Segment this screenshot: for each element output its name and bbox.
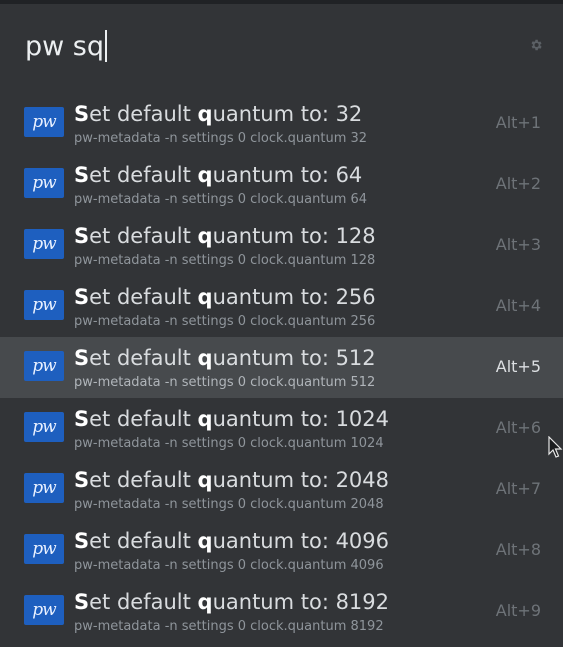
- result-shortcut: Alt+3: [495, 235, 541, 254]
- result-title-text: et default: [89, 468, 198, 492]
- result-item[interactable]: pw Set default quantum to: 1024 pw-metadat…: [0, 398, 563, 459]
- pipewire-app-icon: pw: [24, 351, 64, 381]
- result-item[interactable]: pw Set default quantum to: 4096 pw-metadat…: [0, 520, 563, 581]
- app-icon-label: pw: [32, 477, 56, 498]
- result-title-text: et default: [89, 529, 198, 553]
- pipewire-app-icon: pw: [24, 168, 64, 198]
- pipewire-app-icon: pw: [24, 229, 64, 259]
- result-title-text: et default: [89, 163, 198, 187]
- result-command: pw-metadata -n settings 0 clock.quantum …: [74, 314, 376, 329]
- result-title-text: uantum to: 8192: [212, 590, 390, 614]
- result-command: pw-metadata -n settings 0 clock.quantum …: [74, 497, 384, 512]
- pipewire-app-icon: pw: [24, 290, 64, 320]
- result-title: Set default quantum to: 32: [74, 101, 362, 127]
- result-title-match: S: [74, 224, 90, 248]
- result-command: pw-metadata -n settings 0 clock.quantum …: [74, 192, 368, 207]
- result-shortcut: Alt+1: [495, 113, 541, 132]
- result-title-text: et default: [89, 590, 198, 614]
- result-title: Set default quantum to: 512: [74, 345, 376, 371]
- result-item[interactable]: pw Set default quantum to: 8192 pw-metadat…: [0, 581, 563, 642]
- result-item[interactable]: pw Set default quantum to: 64 pw-metadata …: [0, 154, 563, 215]
- search-bar: pw sq: [0, 4, 563, 92]
- result-title-text: uantum to: 4096: [212, 529, 390, 553]
- result-title-match: q: [197, 529, 213, 553]
- result-title-match: q: [197, 468, 213, 492]
- result-item[interactable]: pw Set default quantum to: 256 pw-metadata…: [0, 276, 563, 337]
- pipewire-app-icon: pw: [24, 534, 64, 564]
- search-input[interactable]: pw sq: [25, 27, 108, 67]
- result-title-match: q: [197, 590, 213, 614]
- result-title-text: uantum to: 64: [212, 163, 363, 187]
- app-icon-label: pw: [32, 355, 56, 376]
- result-title-match: q: [197, 346, 213, 370]
- app-icon-label: pw: [32, 416, 56, 437]
- result-title-text: uantum to: 128: [212, 224, 376, 248]
- result-command: pw-metadata -n settings 0 clock.quantum …: [74, 131, 368, 146]
- result-title-text: et default: [89, 285, 198, 309]
- mouse-pointer-icon: [548, 436, 563, 458]
- result-shortcut: Alt+5: [495, 357, 541, 376]
- result-title-match: S: [74, 529, 90, 553]
- app-icon-label: pw: [32, 294, 56, 315]
- result-title: Set default quantum to: 64: [74, 162, 362, 188]
- results-list: pw Set default quantum to: 32 pw-metadata …: [0, 93, 563, 642]
- result-title: Set default quantum to: 2048: [74, 467, 389, 493]
- result-title-text: et default: [89, 346, 198, 370]
- pipewire-app-icon: pw: [24, 473, 64, 503]
- result-shortcut: Alt+4: [495, 296, 541, 315]
- launcher-window: pw sq pw Set default quantum to: 32 pw-met…: [0, 0, 563, 647]
- result-item[interactable]: pw Set default quantum to: 2048 pw-metadat…: [0, 459, 563, 520]
- pipewire-app-icon: pw: [24, 412, 64, 442]
- result-item[interactable]: pw Set default quantum to: 128 pw-metadata…: [0, 215, 563, 276]
- result-title-match: S: [74, 285, 90, 309]
- result-title-match: S: [74, 468, 90, 492]
- result-command: pw-metadata -n settings 0 clock.quantum …: [74, 253, 376, 268]
- result-title-text: uantum to: 256: [212, 285, 376, 309]
- result-title-match: q: [197, 407, 213, 431]
- result-shortcut: Alt+7: [495, 479, 541, 498]
- app-icon-label: pw: [32, 111, 56, 132]
- result-title-match: S: [74, 590, 90, 614]
- result-title-match: S: [74, 346, 90, 370]
- result-title-text: et default: [89, 224, 198, 248]
- app-icon-label: pw: [32, 538, 56, 559]
- app-icon-label: pw: [32, 599, 56, 620]
- result-title-match: q: [197, 163, 213, 187]
- result-shortcut: Alt+6: [495, 418, 541, 437]
- result-title-match: S: [74, 407, 90, 431]
- gear-icon[interactable]: [529, 38, 543, 52]
- result-title: Set default quantum to: 1024: [74, 406, 389, 432]
- result-title-text: et default: [89, 102, 198, 126]
- result-item[interactable]: pw Set default quantum to: 512 pw-metadata…: [0, 337, 563, 398]
- text-caret: [105, 30, 108, 62]
- result-title-match: q: [197, 102, 213, 126]
- result-command: pw-metadata -n settings 0 clock.quantum …: [74, 619, 384, 634]
- result-shortcut: Alt+2: [495, 174, 541, 193]
- result-title: Set default quantum to: 128: [74, 223, 376, 249]
- result-shortcut: Alt+9: [495, 601, 541, 620]
- result-title-text: et default: [89, 407, 198, 431]
- result-title-text: uantum to: 32: [212, 102, 363, 126]
- result-title-text: uantum to: 2048: [212, 468, 390, 492]
- result-title: Set default quantum to: 8192: [74, 589, 389, 615]
- app-icon-label: pw: [32, 233, 56, 254]
- result-command: pw-metadata -n settings 0 clock.quantum …: [74, 436, 384, 451]
- result-command: pw-metadata -n settings 0 clock.quantum …: [74, 375, 376, 390]
- result-title-text: uantum to: 1024: [212, 407, 390, 431]
- result-title-match: S: [74, 102, 90, 126]
- result-title-match: S: [74, 163, 90, 187]
- pipewire-app-icon: pw: [24, 107, 64, 137]
- result-title-text: uantum to: 512: [212, 346, 376, 370]
- app-icon-label: pw: [32, 172, 56, 193]
- result-title-match: q: [197, 285, 213, 309]
- result-title: Set default quantum to: 256: [74, 284, 376, 310]
- result-shortcut: Alt+8: [495, 540, 541, 559]
- result-item[interactable]: pw Set default quantum to: 32 pw-metadata …: [0, 93, 563, 154]
- result-title-match: q: [197, 224, 213, 248]
- pipewire-app-icon: pw: [24, 595, 64, 625]
- result-command: pw-metadata -n settings 0 clock.quantum …: [74, 558, 384, 573]
- result-title: Set default quantum to: 4096: [74, 528, 389, 554]
- search-query-text: pw sq: [25, 31, 105, 62]
